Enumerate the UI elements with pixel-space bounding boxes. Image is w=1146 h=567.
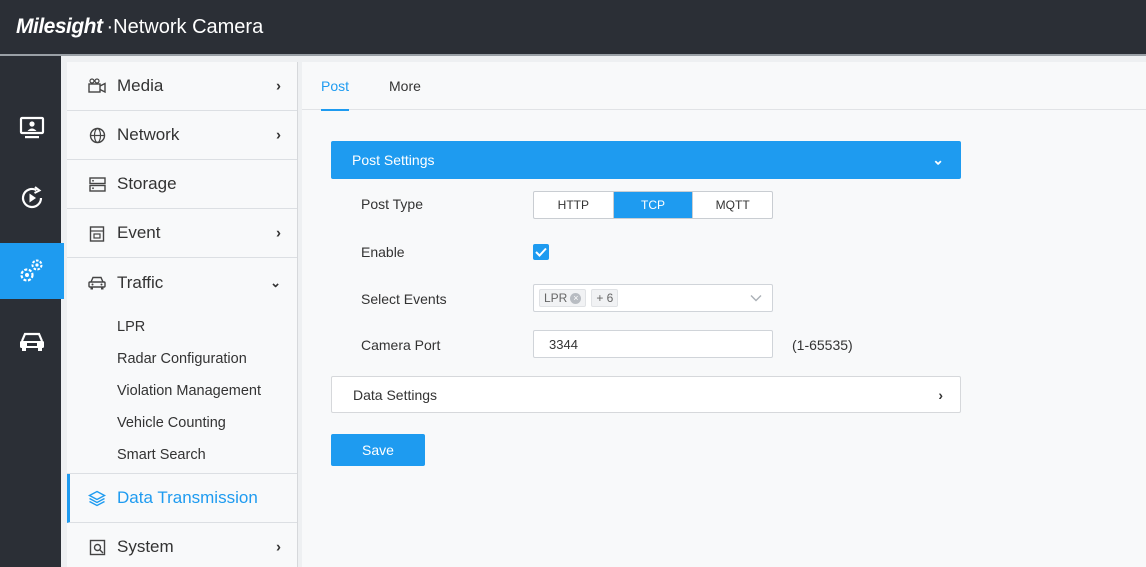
menu-label-network: Network <box>117 125 180 144</box>
post-settings-title: Post Settings <box>352 152 435 168</box>
menu-item-event[interactable]: Event › <box>67 209 297 258</box>
tab-more[interactable]: More <box>389 62 421 110</box>
brand-logo: Milesight <box>16 15 103 38</box>
post-settings-header[interactable]: Post Settings ⌄ <box>331 141 961 179</box>
post-type-tcp[interactable]: TCP <box>613 192 694 218</box>
rail-settings[interactable] <box>0 243 64 299</box>
tab-bar: Post More <box>302 62 1146 111</box>
settings-icon <box>20 259 43 282</box>
event-tag: LPR × <box>539 289 587 307</box>
post-type-label: Post Type <box>361 196 424 212</box>
menu-item-system[interactable]: System › <box>67 523 297 567</box>
post-type-selector: HTTP TCP MQTT <box>533 191 773 219</box>
chevron-down-icon: ⌄ <box>932 151 944 168</box>
save-button[interactable]: Save <box>331 434 425 466</box>
camera-port-input[interactable] <box>533 330 773 358</box>
post-type-mqtt[interactable]: MQTT <box>693 192 772 218</box>
chevron-right-icon: › <box>276 126 281 144</box>
chevron-right-icon: › <box>276 77 281 95</box>
menu-label-storage: Storage <box>117 174 177 193</box>
globe-icon <box>88 126 106 144</box>
event-icon <box>88 224 106 242</box>
menu-item-storage[interactable]: Storage <box>67 160 297 209</box>
post-type-http[interactable]: HTTP <box>534 192 614 218</box>
layers-icon <box>88 489 106 507</box>
submenu-item-lpr[interactable]: LPR <box>67 311 297 343</box>
header-divider <box>0 54 1146 56</box>
menu-label-traffic: Traffic <box>117 272 164 292</box>
menu-label-event: Event <box>117 223 161 242</box>
top-header: Milesight ·Network Camera <box>0 0 1146 54</box>
menu-item-media[interactable]: Media › <box>67 62 297 111</box>
submenu-item-smart-search[interactable]: Smart Search <box>67 439 297 471</box>
menu-label-data-transmission: Data Transmission <box>117 488 258 507</box>
menu-label-system: System <box>117 537 174 556</box>
chevron-down-icon: ⌄ <box>270 274 281 290</box>
submenu-item-violation-management[interactable]: Violation Management <box>67 375 297 407</box>
icon-rail <box>0 56 64 567</box>
product-title: ·Network Camera <box>106 15 264 38</box>
rail-vehicle[interactable] <box>0 314 64 370</box>
traffic-submenu: LPR Radar Configuration Violation Manage… <box>67 307 297 474</box>
checkmark-icon <box>535 247 547 257</box>
chevron-down-icon <box>750 295 762 302</box>
enable-checkbox[interactable] <box>533 244 549 260</box>
system-icon <box>88 538 106 556</box>
select-events-dropdown[interactable]: LPR × + 6 <box>533 284 773 312</box>
select-events-label: Select Events <box>361 291 447 307</box>
rail-playback[interactable] <box>0 170 64 226</box>
camera-icon <box>88 77 106 95</box>
event-tag-label: LPR <box>544 291 568 305</box>
main-content: Post More Post Settings ⌄ Post Type HTTP… <box>302 62 1146 567</box>
enable-label: Enable <box>361 244 405 260</box>
car-icon <box>88 274 106 292</box>
chevron-right-icon: › <box>276 538 281 556</box>
live-view-icon <box>19 116 45 139</box>
chevron-right-icon: › <box>276 224 281 242</box>
submenu-item-vehicle-counting[interactable]: Vehicle Counting <box>67 407 297 439</box>
menu-item-traffic[interactable]: Traffic ⌄ <box>67 258 297 307</box>
submenu-item-radar-configuration[interactable]: Radar Configuration <box>67 343 297 375</box>
camera-port-label: Camera Port <box>361 337 441 353</box>
data-settings-title: Data Settings <box>353 386 438 403</box>
storage-icon <box>88 175 106 193</box>
events-more-tag: + 6 <box>591 289 619 307</box>
menu-item-network[interactable]: Network › <box>67 111 297 160</box>
vehicle-icon <box>20 332 44 351</box>
menu-label-media: Media <box>117 76 164 95</box>
rail-live-view[interactable] <box>0 100 64 156</box>
tab-post[interactable]: Post <box>321 62 350 111</box>
chevron-right-icon: › <box>938 386 943 403</box>
tag-remove-icon[interactable]: × <box>570 292 582 304</box>
menu-item-data-transmission[interactable]: Data Transmission <box>67 474 297 523</box>
camera-port-range: (1-65535) <box>792 337 853 353</box>
playback-icon <box>21 186 43 209</box>
data-settings-header[interactable]: Data Settings › <box>331 376 961 413</box>
settings-menu: Media › Network › Storage Event › Traffi… <box>67 62 298 567</box>
